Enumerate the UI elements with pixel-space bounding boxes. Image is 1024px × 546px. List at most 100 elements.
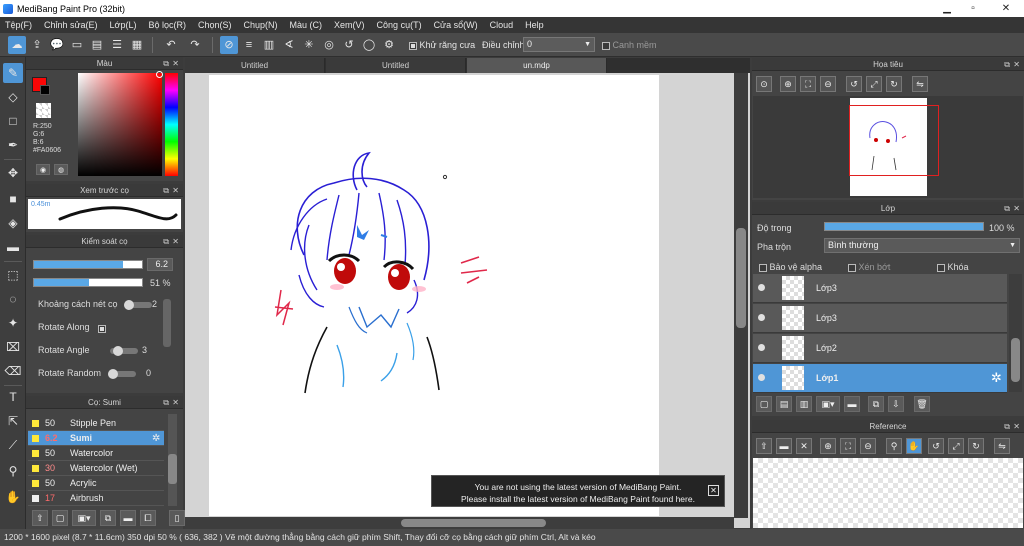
share-icon[interactable]: ⇪	[28, 36, 46, 54]
new-8bit-layer-icon[interactable]: ▥	[796, 396, 812, 412]
copy-brush-icon[interactable]: ⧉	[100, 510, 116, 526]
merge-down-icon[interactable]: ⇩	[888, 396, 904, 412]
menu-edit[interactable]: Chỉnh sửa(E)	[44, 20, 98, 30]
panel-close-icon[interactable]: ✕	[172, 57, 179, 70]
layer-row[interactable]: Lớp3	[753, 304, 1007, 333]
redo-icon[interactable]: ↷	[186, 36, 204, 54]
brush-list-scrollbar[interactable]	[168, 414, 177, 506]
layer-opacity-slider[interactable]	[824, 222, 984, 231]
duplicate-icon[interactable]: ⧠	[140, 510, 156, 526]
antialias-option[interactable]: Khử răng cưa	[409, 40, 475, 50]
select-eraser-icon[interactable]: ⌫	[3, 361, 23, 381]
eye-icon[interactable]	[758, 284, 765, 291]
settings-icon[interactable]: ⚙	[380, 36, 398, 54]
list-icon[interactable]: ☰	[108, 36, 126, 54]
transparent-swatch[interactable]	[36, 103, 51, 118]
clip-option[interactable]: Xén bớt	[848, 262, 890, 272]
brush-list-scroll-thumb[interactable]	[168, 454, 177, 484]
brush-opacity-slider[interactable]	[33, 278, 143, 287]
new-brush-icon[interactable]: ▢	[52, 510, 68, 526]
blend-mode-dropdown[interactable]: Bình thường ▼	[824, 238, 1020, 253]
circle-snap-icon[interactable]: ◯	[360, 36, 378, 54]
minimize-icon[interactable]: ▁	[936, 0, 958, 17]
hand-tool-icon[interactable]: ✋	[3, 487, 23, 507]
menu-layer[interactable]: Lớp(L)	[110, 20, 137, 30]
hand-icon[interactable]: ✋	[906, 438, 922, 454]
flip-icon[interactable]: ⇋	[912, 76, 928, 92]
layer-row[interactable]: Lớp3	[753, 274, 1007, 303]
new-layer-icon[interactable]: ▢	[756, 396, 772, 412]
brush-item-sumi[interactable]: 6.2 Sumi ✲	[28, 431, 164, 446]
canvas-horizontal-thumb[interactable]	[401, 519, 546, 527]
eyedropper-icon[interactable]: ⚲	[886, 438, 902, 454]
canvas-vertical-scrollbar[interactable]	[734, 73, 748, 518]
fit-window-icon[interactable]: ⛶	[840, 438, 856, 454]
duplicate-layer-icon[interactable]: ⧉	[868, 396, 884, 412]
brush-item-watercolor[interactable]: 50 Watercolor	[28, 446, 164, 461]
color-wheel-button[interactable]: ◍	[54, 164, 68, 175]
tab-un-mdp[interactable]: un.mdp	[467, 58, 607, 73]
layers-scrollbar[interactable]	[1009, 274, 1022, 392]
menu-color[interactable]: Màu (C)	[290, 20, 323, 30]
float-icon[interactable]: ⧉	[163, 235, 169, 248]
brush-size-slider[interactable]	[33, 260, 143, 269]
saturation-value-picker[interactable]	[78, 71, 163, 176]
zoom-in-icon[interactable]: ⊕	[780, 76, 796, 92]
pen-tool-icon[interactable]: ✒	[3, 135, 23, 155]
delete-brush-icon[interactable]: ▯	[169, 510, 185, 526]
chat-icon[interactable]: ▭	[68, 36, 86, 54]
select-pen-icon[interactable]: ⌧	[3, 337, 23, 357]
hue-slider[interactable]	[165, 73, 178, 176]
radial-snap-icon[interactable]: ✳	[300, 36, 318, 54]
clip-checkbox[interactable]	[848, 263, 856, 272]
actual-size-icon[interactable]: ⤢	[948, 438, 964, 454]
vanishing-point-icon[interactable]: ∢	[280, 36, 298, 54]
canvas-horizontal-scrollbar[interactable]	[185, 517, 734, 529]
menu-filter[interactable]: Bộ lọc(R)	[148, 20, 186, 30]
flip-icon[interactable]: ⇋	[994, 438, 1010, 454]
panel-close-icon[interactable]: ✕	[1013, 58, 1020, 71]
eraser-tool-icon[interactable]: ◇	[3, 87, 23, 107]
menu-help[interactable]: Help	[525, 20, 544, 30]
new-halftone-layer-icon[interactable]: ▤	[776, 396, 792, 412]
rotate-left-icon[interactable]: ↺	[846, 76, 862, 92]
update-notice[interactable]: You are not using the latest version of …	[431, 475, 725, 507]
undo-icon[interactable]: ↶	[162, 36, 180, 54]
menu-file[interactable]: Tệp(F)	[5, 20, 32, 30]
cloud-icon[interactable]: ☁	[8, 36, 26, 54]
spacing-slider[interactable]	[124, 300, 152, 310]
protect-alpha-option[interactable]: Bảo vệ alpha	[759, 262, 822, 272]
panel-close-icon[interactable]: ✕	[172, 235, 179, 248]
rotate-right-icon[interactable]: ↻	[886, 76, 902, 92]
delete-layer-icon[interactable]: 🗑	[914, 396, 930, 412]
reference-view[interactable]	[753, 458, 1023, 528]
move-tool-icon[interactable]: ✥	[3, 163, 23, 183]
brush-menu-icon[interactable]: ▣▾	[72, 510, 96, 526]
grid-snap-icon[interactable]: ▥	[260, 36, 278, 54]
panel-close-icon[interactable]: ✕	[1013, 202, 1020, 215]
eye-icon[interactable]	[758, 314, 765, 321]
zoom-in-icon[interactable]: ⊕	[820, 438, 836, 454]
operation-tool-icon[interactable]: ⇱	[3, 411, 23, 431]
eyedropper-icon[interactable]: ⚲	[3, 461, 23, 481]
folder-icon[interactable]: ▬	[120, 510, 136, 526]
lock-option[interactable]: Khóa	[937, 262, 969, 272]
document-icon[interactable]: ▤	[88, 36, 106, 54]
bucket-tool-icon[interactable]: ◈	[3, 213, 23, 233]
menu-cloud[interactable]: Cloud	[490, 20, 514, 30]
fit-window-icon[interactable]: ⛶	[800, 76, 816, 92]
curve-snap-icon[interactable]: ↺	[340, 36, 358, 54]
brush-item-stipple-pen[interactable]: 50 Stipple Pen	[28, 416, 164, 431]
brush-item-airbrush[interactable]: 17 Airbrush	[28, 491, 164, 506]
protect-alpha-checkbox[interactable]	[759, 263, 767, 272]
tab-untitled-2[interactable]: Untitled	[326, 58, 466, 73]
snap-off-icon[interactable]: ⊘	[220, 36, 238, 54]
brush-item-acrylic[interactable]: 50 Acrylic	[28, 476, 164, 491]
color-palette-button[interactable]: ◉	[36, 164, 50, 175]
eye-icon[interactable]	[758, 344, 765, 351]
viewport-rectangle[interactable]	[849, 105, 939, 176]
open-folder-icon[interactable]: ▬	[776, 438, 792, 454]
gear-icon[interactable]: ✲	[991, 370, 1002, 386]
gear-icon[interactable]: ✲	[152, 431, 160, 446]
brush-item-watercolor-wet[interactable]: 30 Watercolor (Wet)	[28, 461, 164, 476]
